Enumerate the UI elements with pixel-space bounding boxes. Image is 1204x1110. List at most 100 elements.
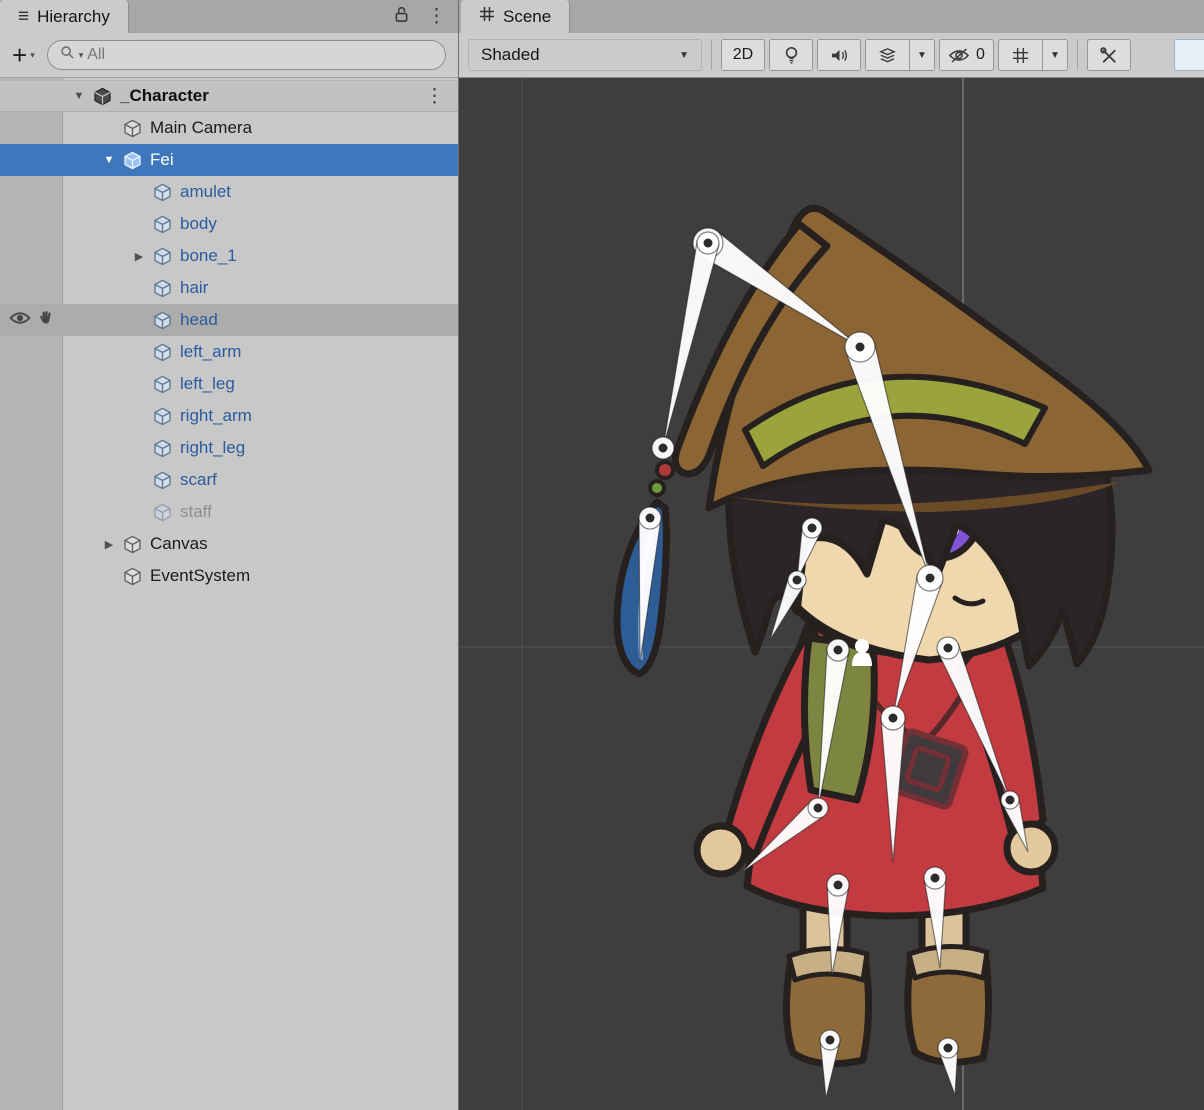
gameobject-cube-icon (150, 342, 174, 362)
row-gutter (0, 81, 62, 111)
effects-toggle-button[interactable] (865, 39, 909, 71)
hierarchy-item-right-leg[interactable]: right_leg (0, 432, 458, 464)
collapse-triangle-icon[interactable]: ▼ (98, 154, 120, 166)
row-gutter (0, 528, 62, 560)
expand-triangle-icon[interactable]: ▶ (128, 250, 150, 263)
hierarchy-item-bone-1[interactable]: ▶bone_1 (0, 240, 458, 272)
lock-icon[interactable] (394, 6, 409, 28)
hierarchy-item-label: Canvas (150, 534, 208, 554)
grid-visibility-button[interactable] (998, 39, 1042, 71)
hierarchy-item-label: _Character (120, 86, 209, 106)
hierarchy-item-eventsystem[interactable]: EventSystem (0, 560, 458, 592)
hierarchy-tabbar: ≡ Hierarchy ⋮ (0, 0, 458, 33)
hierarchy-item-label: body (180, 214, 217, 234)
scene-tabbar: Scene (459, 0, 1204, 33)
shading-mode-dropdown[interactable]: Shaded ▼ (468, 39, 702, 71)
toolbar-separator (1077, 40, 1078, 70)
gameobject-cube-icon (150, 214, 174, 234)
tab-scene[interactable]: Scene (461, 0, 570, 33)
hierarchy-item-label: Main Camera (150, 118, 252, 138)
hierarchy-item-staff[interactable]: staff (0, 496, 458, 528)
row-gutter (0, 176, 62, 208)
gameobject-cube-icon (150, 182, 174, 202)
component-tools-button[interactable] (1087, 39, 1131, 71)
unity-editor: ≡ Hierarchy ⋮ + ▾ ▾ (0, 0, 1204, 1110)
gameobject-cube-icon (120, 534, 144, 554)
unity-scene-icon (90, 86, 114, 106)
row-gutter (0, 368, 62, 400)
hierarchy-item-canvas[interactable]: ▶ Canvas (0, 528, 458, 560)
gameobject-cube-icon (150, 438, 174, 458)
gameobject-cube-icon (150, 374, 174, 394)
row-gutter (0, 400, 62, 432)
row-gutter (0, 272, 62, 304)
row-gutter (0, 208, 62, 240)
hierarchy-item-head[interactable]: head (0, 304, 458, 336)
scene-viewport[interactable] (459, 78, 1204, 1110)
row-gutter (0, 464, 62, 496)
tab-hierarchy-label: Hierarchy (37, 7, 110, 27)
audio-toggle-button[interactable] (817, 39, 861, 71)
row-gutter (0, 432, 62, 464)
hierarchy-item-label: right_arm (180, 406, 252, 426)
hierarchy-item-fei[interactable]: ▼ Fei (0, 144, 458, 176)
gameobject-cube-icon (150, 406, 174, 426)
hierarchy-item-body[interactable]: body (0, 208, 458, 240)
hierarchy-tree: ▼ _Character ⋮ Main Camera ▼ Fei amulet body ▶bo… (0, 78, 458, 592)
row-gutter (0, 496, 62, 528)
scene-options-icon[interactable]: ⋮ (425, 85, 444, 108)
hierarchy-item-hair[interactable]: hair (0, 272, 458, 304)
hierarchy-item-right-arm[interactable]: right_arm (0, 400, 458, 432)
tab-scene-label: Scene (503, 7, 551, 27)
gameobject-cube-icon (120, 150, 144, 170)
scene-visibility-button[interactable]: 0 (939, 39, 994, 71)
pickability-hand-icon[interactable] (38, 310, 55, 331)
hierarchy-item-left-arm[interactable]: left_arm (0, 336, 458, 368)
chevron-down-icon: ▼ (1050, 50, 1060, 61)
hierarchy-item-label: scarf (180, 470, 217, 490)
hierarchy-search[interactable]: ▾ (47, 40, 446, 70)
gameobject-cube-icon (150, 502, 174, 522)
gameobject-cube-icon (120, 566, 144, 586)
hierarchy-toolbar: + ▾ ▾ (0, 33, 458, 78)
row-gutter (0, 336, 62, 368)
scene-panel: Scene Shaded ▼ 2D ▼ (459, 0, 1204, 1110)
tab-hierarchy[interactable]: ≡ Hierarchy (0, 0, 129, 33)
hierarchy-item-label: amulet (180, 182, 231, 202)
kebab-menu-icon[interactable]: ⋮ (427, 5, 446, 28)
visibility-eye-icon[interactable] (9, 310, 31, 331)
row-gutter (0, 304, 62, 336)
gameobject-cube-icon (120, 118, 144, 138)
row-gutter (0, 240, 62, 272)
2d-toggle-button[interactable]: 2D (721, 39, 765, 71)
hierarchy-panel: ≡ Hierarchy ⋮ + ▾ ▾ (0, 0, 459, 1110)
overflow-button[interactable] (1174, 39, 1204, 71)
hierarchy-item-label: EventSystem (150, 566, 250, 586)
row-gutter (0, 144, 62, 176)
gameobject-cube-icon (150, 246, 174, 266)
lighting-toggle-button[interactable] (769, 39, 813, 71)
effects-dropdown-button[interactable]: ▼ (909, 39, 935, 71)
hierarchy-item-main-camera[interactable]: Main Camera (0, 112, 458, 144)
hidden-count: 0 (976, 46, 985, 64)
hierarchy-item-left-leg[interactable]: left_leg (0, 368, 458, 400)
grid-dropdown-button[interactable]: ▼ (1042, 39, 1068, 71)
add-object-button[interactable]: + ▾ (12, 42, 35, 68)
expand-triangle-icon[interactable]: ▶ (98, 538, 120, 551)
row-gutter (0, 112, 62, 144)
hierarchy-item-label: left_leg (180, 374, 235, 394)
search-filter-caret-icon[interactable]: ▾ (79, 50, 84, 61)
plus-icon: + (12, 42, 27, 68)
hierarchy-item-scarf[interactable]: scarf (0, 464, 458, 496)
gameobject-cube-icon (150, 470, 174, 490)
hierarchy-item-label: Fei (150, 150, 174, 170)
collapse-triangle-icon[interactable]: ▼ (68, 90, 90, 102)
search-input[interactable] (87, 46, 433, 64)
scene-canvas (459, 78, 1204, 1110)
toolbar-separator (711, 40, 712, 70)
panel-menu-icon: ≡ (18, 7, 29, 26)
hierarchy-tree-area: ▼ _Character ⋮ Main Camera ▼ Fei amulet body ▶bo… (0, 78, 458, 1110)
hierarchy-item--character[interactable]: ▼ _Character ⋮ (0, 80, 458, 112)
hierarchy-item-amulet[interactable]: amulet (0, 176, 458, 208)
grid-tab-icon (479, 6, 495, 27)
